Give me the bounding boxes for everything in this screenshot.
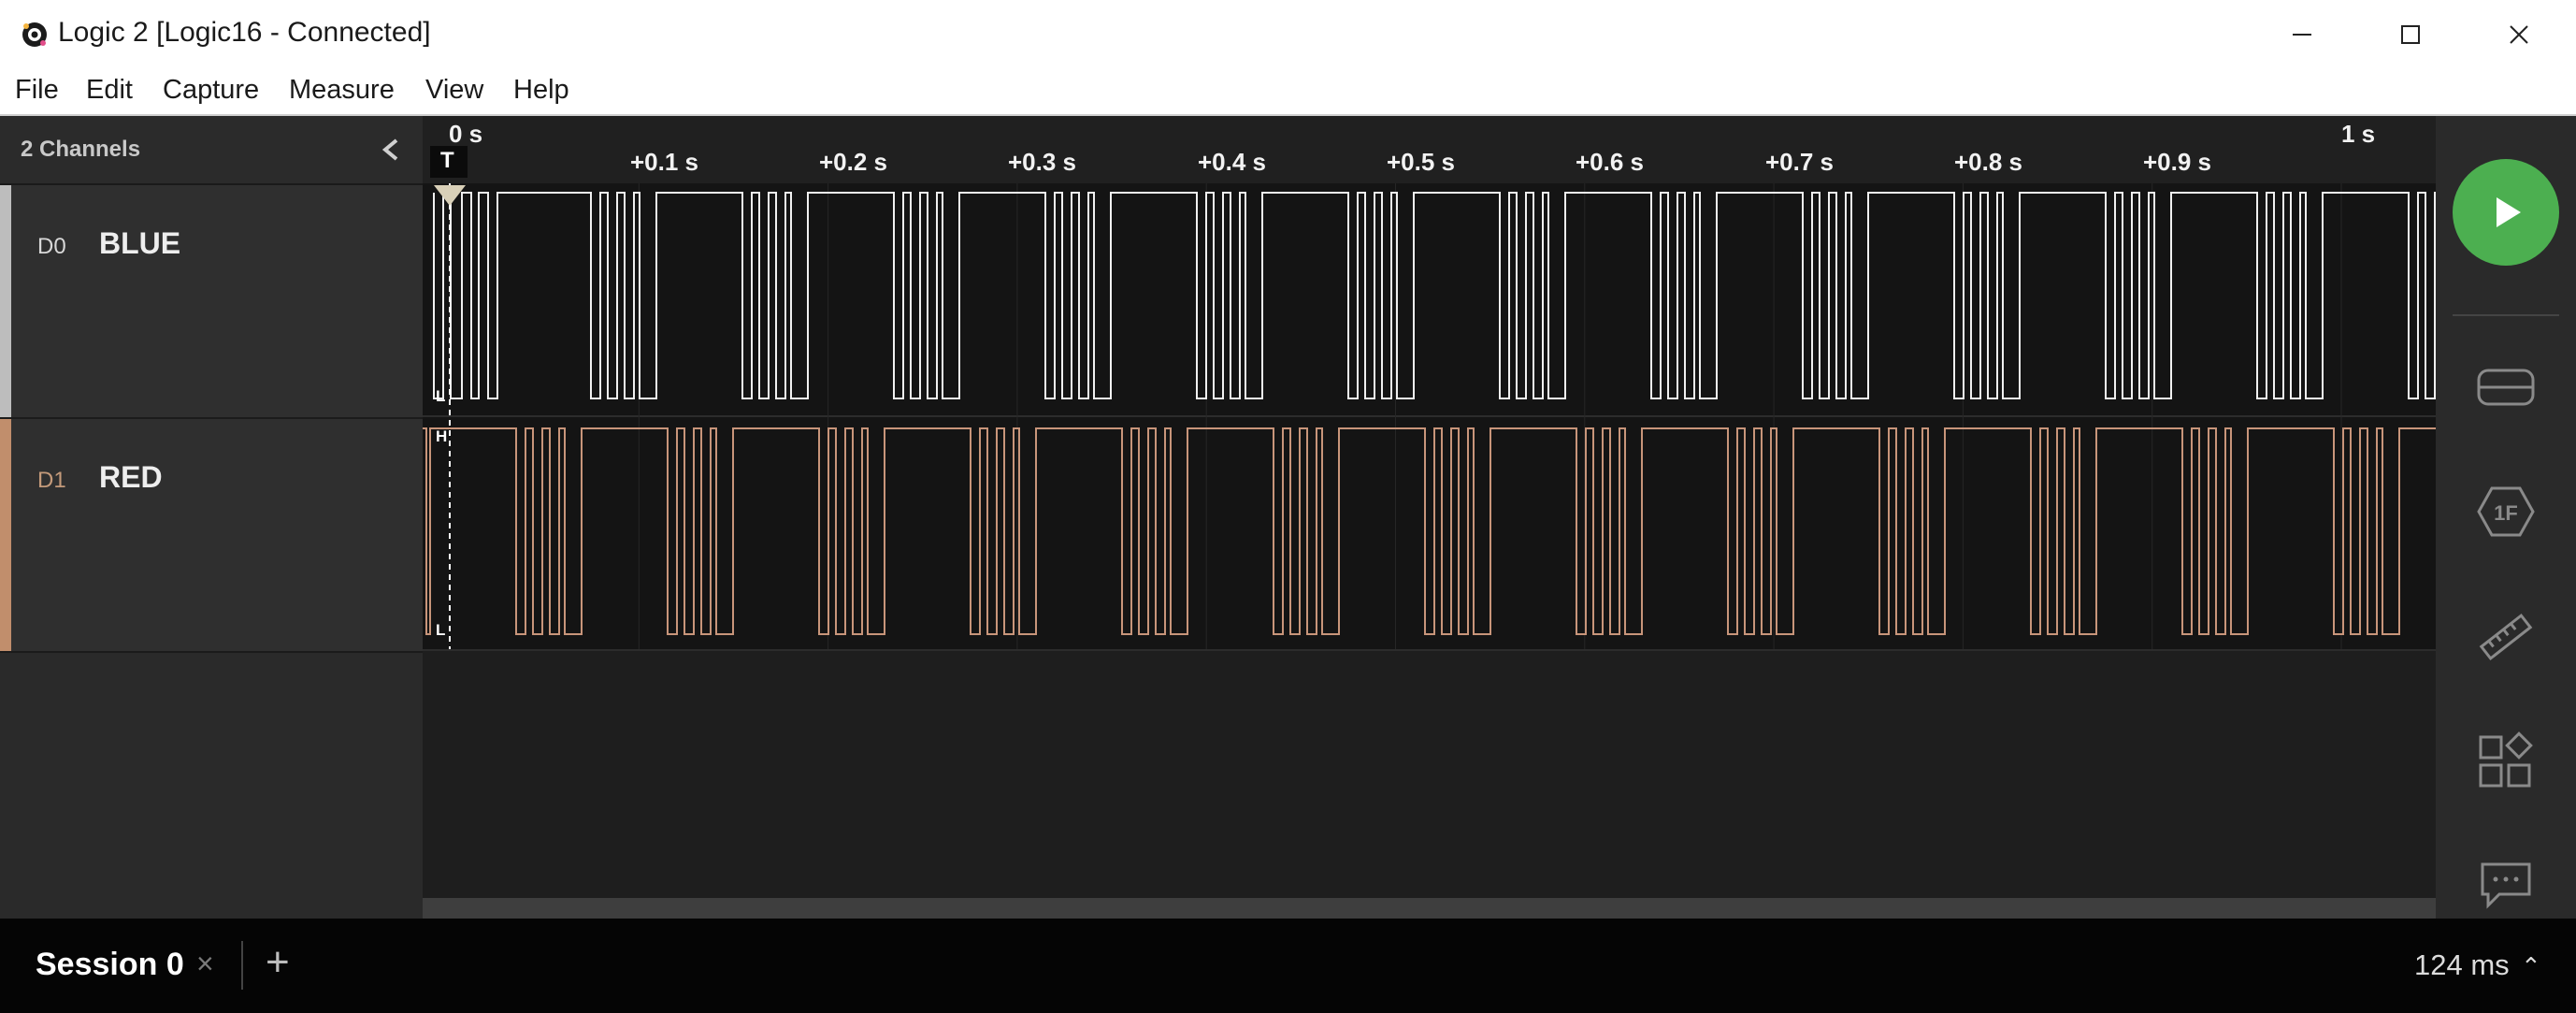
level-low-label: L xyxy=(436,621,445,639)
feedback-icon xyxy=(2481,862,2531,909)
svg-text:1F: 1F xyxy=(2494,501,2518,525)
waveform-area[interactable]: L H L xyxy=(423,183,2475,898)
menu-capture[interactable]: Capture xyxy=(163,75,259,106)
analyzers-button[interactable]: 1F xyxy=(2475,481,2537,543)
tick-label: +0.9 s xyxy=(2143,148,2212,176)
tick-label: +0.7 s xyxy=(1765,148,1835,176)
menu-file[interactable]: File xyxy=(15,75,59,106)
menu-measure[interactable]: Measure xyxy=(289,75,395,106)
waveform-canvas[interactable]: L H L xyxy=(423,183,2475,898)
channel-id: D0 xyxy=(37,234,66,259)
close-button[interactable] xyxy=(2465,0,2573,69)
collapse-panel-button[interactable] xyxy=(374,131,408,168)
extensions-button[interactable] xyxy=(2475,731,2537,793)
capture-duration[interactable]: 124 ms xyxy=(2414,948,2510,982)
chevron-up-icon[interactable]: ⌃ xyxy=(2521,952,2541,981)
channel-color-stripe xyxy=(0,185,11,417)
measure-ruler-icon xyxy=(2479,613,2533,661)
add-session-button[interactable]: + xyxy=(266,939,290,986)
minimize-button[interactable] xyxy=(2248,0,2356,69)
channel-name[interactable]: RED xyxy=(99,460,163,495)
menu-help[interactable]: Help xyxy=(513,75,569,106)
analyzer-icon: 1F xyxy=(2477,486,2535,537)
trigger-marker[interactable]: T xyxy=(430,146,468,178)
close-icon xyxy=(2510,25,2528,44)
tick-label: +0.8 s xyxy=(1954,148,2023,176)
measurements-button[interactable] xyxy=(2475,606,2537,668)
feedback-button[interactable] xyxy=(2475,857,2537,911)
title-bar: Logic 2 [Logic16 - Connected] xyxy=(0,0,2576,70)
tick-label: 1 s xyxy=(2341,120,2376,148)
minimize-icon xyxy=(2293,34,2311,36)
chevron-left-icon xyxy=(381,138,398,161)
maximize-icon xyxy=(2401,25,2420,44)
tab-separator xyxy=(241,941,243,990)
tick-label: 0 s xyxy=(449,120,483,148)
channel-color-stripe xyxy=(0,419,11,651)
channels-panel: 2 Channels D0 BLUE D1 RED xyxy=(0,116,423,919)
logic-app-icon xyxy=(22,22,47,47)
channel-id: D1 xyxy=(37,468,66,493)
trigger-marker-label: T xyxy=(440,148,454,173)
horizontal-scrollbar[interactable] xyxy=(423,898,2436,919)
tick-label: +0.5 s xyxy=(1387,148,1456,176)
sidebar-divider xyxy=(2453,314,2559,316)
channels-count: 2 Channels xyxy=(21,137,141,162)
tick-label: +0.1 s xyxy=(630,148,699,176)
window-title: Logic 2 [Logic16 - Connected] xyxy=(58,17,431,48)
play-icon xyxy=(2497,197,2521,227)
channel-row-d1[interactable]: D1 RED xyxy=(0,419,423,653)
channel-row-d0[interactable]: D0 BLUE xyxy=(0,185,423,419)
maximize-button[interactable] xyxy=(2356,0,2465,69)
menu-bar: File Edit Capture Measure View Help xyxy=(0,69,2576,116)
device-icon xyxy=(2477,369,2535,406)
menu-view[interactable]: View xyxy=(425,75,483,106)
session-tab[interactable]: Session 0 xyxy=(36,947,184,983)
level-high-label: H xyxy=(436,427,447,445)
timeline-ruler[interactable]: 0 s +0.1 s +0.2 s +0.3 s +0.4 s +0.5 s +… xyxy=(423,116,2436,185)
tick-label: +0.6 s xyxy=(1576,148,1645,176)
start-capture-button[interactable] xyxy=(2453,159,2559,266)
level-low-label: L xyxy=(436,387,445,405)
extensions-icon xyxy=(2479,731,2533,788)
tick-label: +0.2 s xyxy=(819,148,888,176)
right-sidebar: 1F xyxy=(2436,116,2576,919)
status-bar: Session 0 × + 124 ms ⌃ xyxy=(0,919,2576,1013)
channels-header: 2 Channels xyxy=(0,116,423,185)
device-settings-button[interactable] xyxy=(2475,355,2537,417)
tick-label: +0.4 s xyxy=(1198,148,1267,176)
session-close-button[interactable]: × xyxy=(196,947,214,981)
channel-name[interactable]: BLUE xyxy=(99,226,180,261)
tick-label: +0.3 s xyxy=(1008,148,1077,176)
menu-edit[interactable]: Edit xyxy=(86,75,133,106)
